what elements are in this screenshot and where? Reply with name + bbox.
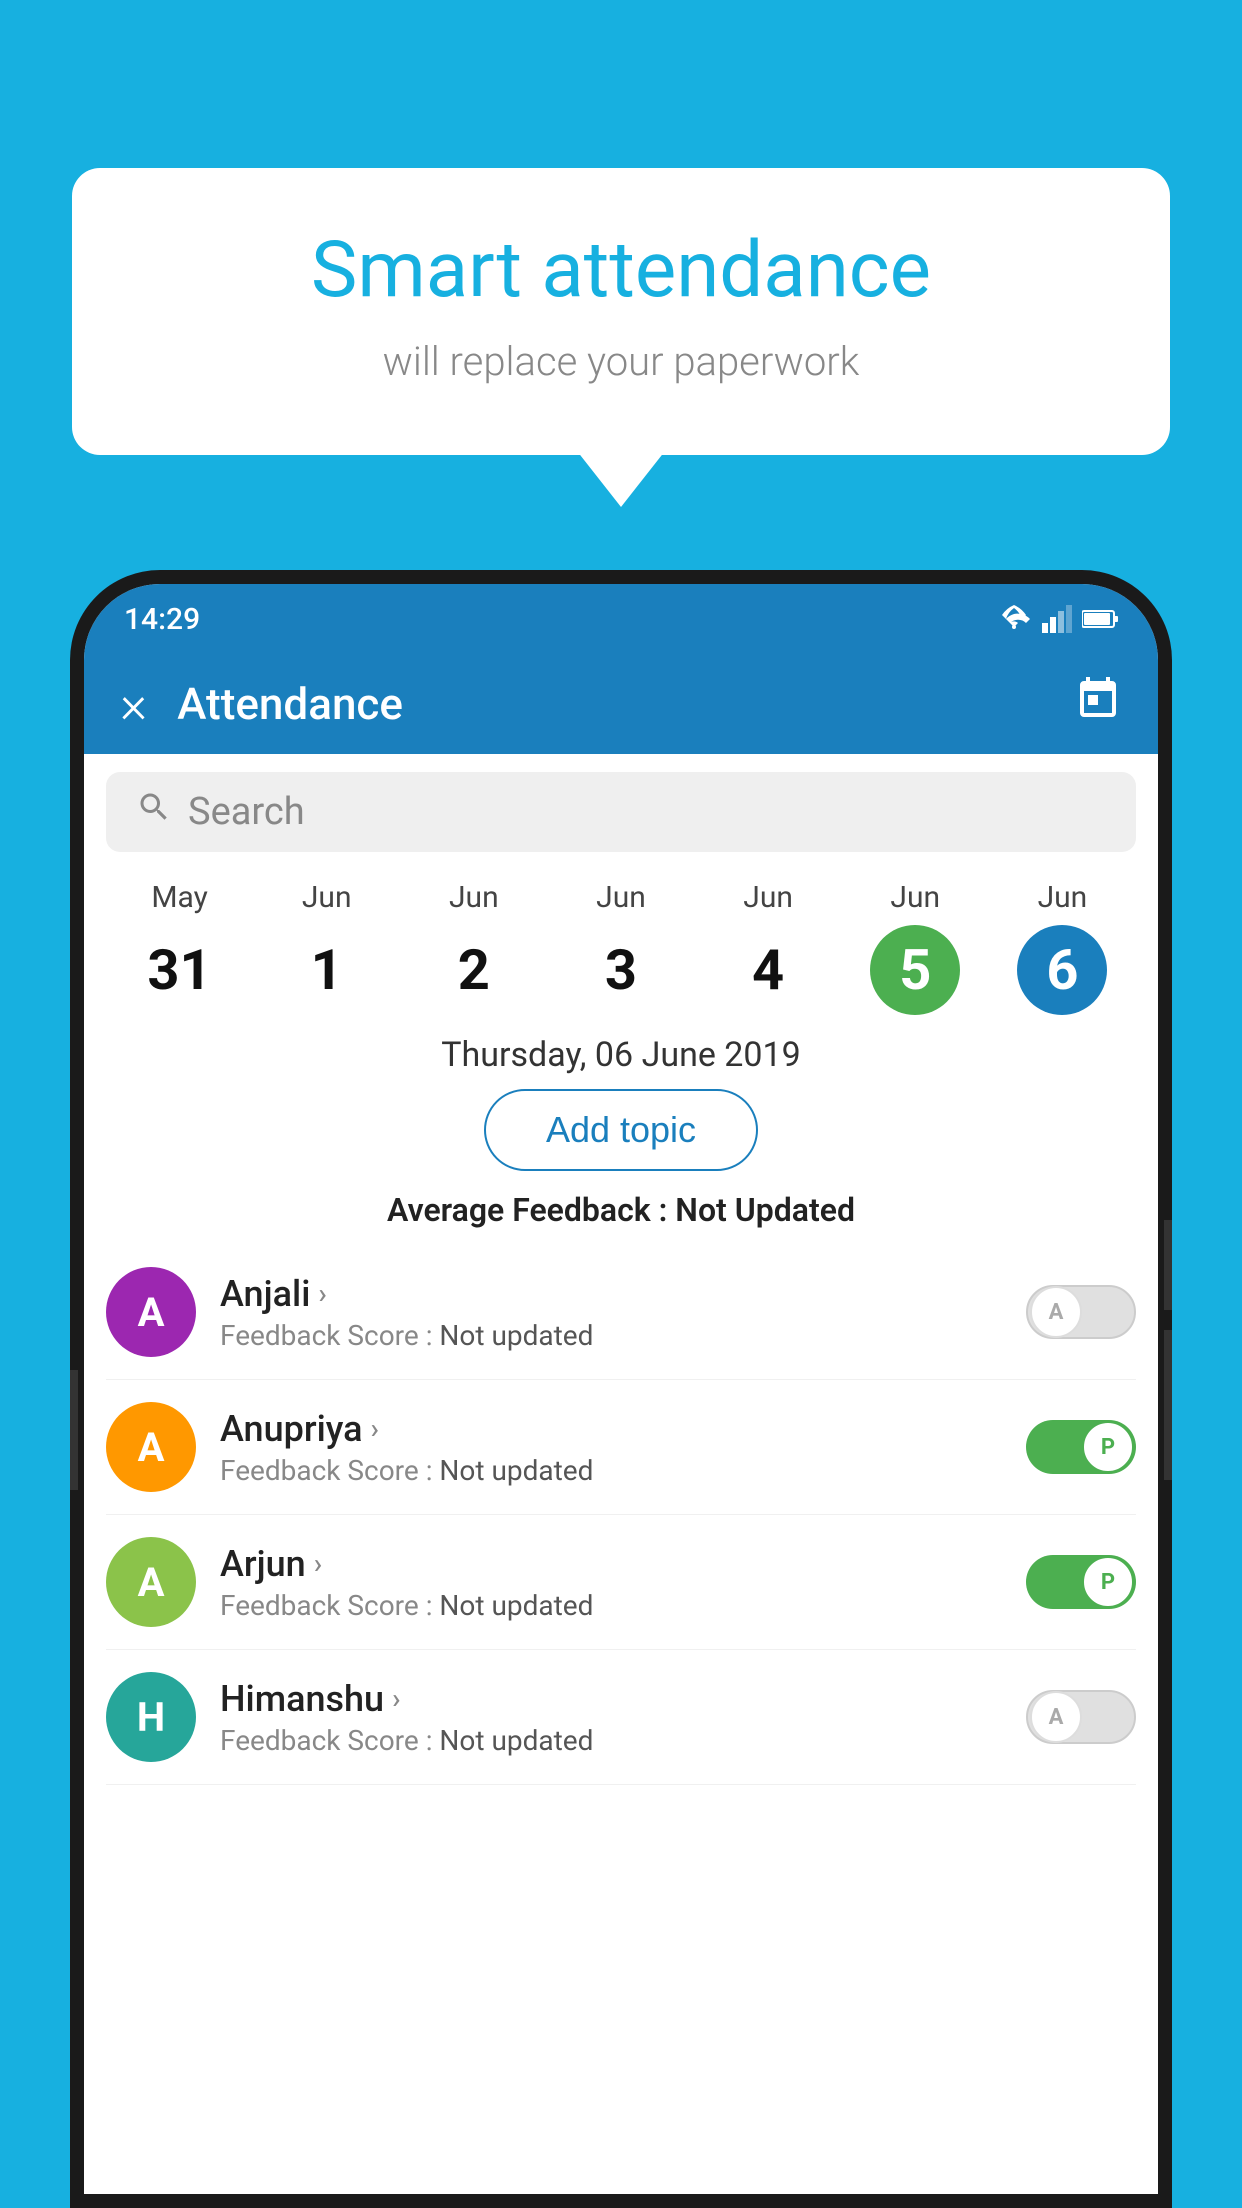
calendar-day[interactable]: Jun 5 <box>860 880 970 1015</box>
student-name[interactable]: Himanshu › <box>220 1678 1002 1720</box>
feedback-value: Not updated <box>439 1589 593 1622</box>
bubble-title: Smart attendance <box>132 228 1110 314</box>
student-info: Himanshu › Feedback Score : Not updated <box>220 1678 1002 1757</box>
status-time: 14:29 <box>124 602 200 637</box>
avatar: H <box>106 1672 196 1762</box>
cal-date-number[interactable]: 6 <box>1017 925 1107 1015</box>
toggle-knob: A <box>1030 1286 1082 1338</box>
student-row[interactable]: H Himanshu › Feedback Score : Not updated A <box>106 1650 1136 1785</box>
attendance-toggle[interactable]: A <box>1026 1690 1136 1744</box>
side-button-right-top <box>1164 1220 1172 1310</box>
app-bar-title: Attendance <box>177 678 1044 730</box>
student-name[interactable]: Anjali › <box>220 1273 1002 1315</box>
cal-month-label: Jun <box>743 880 793 915</box>
attendance-toggle[interactable]: P <box>1026 1555 1136 1609</box>
calendar-day[interactable]: Jun 3 <box>566 880 676 1015</box>
attendance-toggle[interactable]: A <box>1026 1285 1136 1339</box>
cal-month-label: May <box>151 880 207 915</box>
calendar-day[interactable]: May 31 <box>125 880 235 1015</box>
cal-date-number[interactable]: 5 <box>870 925 960 1015</box>
cal-month-label: Jun <box>449 880 499 915</box>
status-icons <box>996 605 1118 633</box>
calendar-day[interactable]: Jun 2 <box>419 880 529 1015</box>
student-name[interactable]: Anupriya › <box>220 1408 1002 1450</box>
avatar: A <box>106 1402 196 1492</box>
side-button-right-bottom <box>1164 1330 1172 1480</box>
chevron-right-icon: › <box>371 1412 379 1445</box>
search-icon <box>136 789 172 835</box>
side-button-left <box>70 1370 78 1490</box>
calendar-day[interactable]: Jun 1 <box>272 880 382 1015</box>
search-bar[interactable]: Search <box>106 772 1136 852</box>
signal-icon <box>1042 605 1072 633</box>
calendar-day[interactable]: Jun 4 <box>713 880 823 1015</box>
avg-feedback: Average Feedback : Not Updated <box>84 1191 1158 1229</box>
attendance-toggle[interactable]: P <box>1026 1420 1136 1474</box>
cal-date-number[interactable]: 1 <box>282 925 372 1015</box>
student-name[interactable]: Arjun › <box>220 1543 1002 1585</box>
student-list: AAnjali ›Feedback Score : Not updatedAAA… <box>84 1245 1158 1785</box>
chevron-right-icon: › <box>318 1277 326 1310</box>
chevron-right-icon: › <box>392 1682 400 1715</box>
cal-month-label: Jun <box>302 880 352 915</box>
toggle-knob: P <box>1082 1556 1134 1608</box>
status-bar: 14:29 <box>84 584 1158 654</box>
toggle-knob: A <box>1030 1691 1082 1743</box>
toggle-switch[interactable]: A <box>1026 1285 1136 1339</box>
cal-month-label: Jun <box>890 880 940 915</box>
feedback-value: Not updated <box>439 1454 593 1487</box>
feedback-value: Not updated <box>439 1319 593 1352</box>
avatar: A <box>106 1267 196 1357</box>
student-feedback: Feedback Score : Not updated <box>220 1589 1002 1622</box>
student-feedback: Feedback Score : Not updated <box>220 1724 1002 1757</box>
student-row[interactable]: A Arjun › Feedback Score : Not updated P <box>106 1515 1136 1650</box>
toggle-knob: P <box>1082 1421 1134 1473</box>
avg-feedback-value: Not Updated <box>675 1191 855 1229</box>
cal-date-number[interactable]: 31 <box>135 925 225 1015</box>
speech-bubble: Smart attendance will replace your paper… <box>72 168 1170 455</box>
student-feedback: Feedback Score : Not updated <box>220 1319 1002 1352</box>
student-info: Anupriya › Feedback Score : Not updated <box>220 1408 1002 1487</box>
toggle-switch[interactable]: P <box>1026 1420 1136 1474</box>
battery-icon <box>1082 609 1118 629</box>
feedback-value: Not updated <box>439 1724 593 1757</box>
student-feedback: Feedback Score : Not updated <box>220 1454 1002 1487</box>
student-row[interactable]: A Anupriya › Feedback Score : Not updated P <box>106 1380 1136 1515</box>
student-info: Arjun › Feedback Score : Not updated <box>220 1543 1002 1622</box>
cal-month-label: Jun <box>596 880 646 915</box>
calendar-icon[interactable] <box>1074 675 1122 734</box>
phone-frame: 14:29 <box>70 570 1172 2208</box>
selected-date-label: Thursday, 06 June 2019 <box>84 1015 1158 1089</box>
calendar-day[interactable]: Jun 6 <box>1007 880 1117 1015</box>
toggle-switch[interactable]: P <box>1026 1555 1136 1609</box>
app-bar: × Attendance <box>84 654 1158 754</box>
phone-screen: 14:29 <box>84 584 1158 2194</box>
cal-date-number[interactable]: 2 <box>429 925 519 1015</box>
avg-feedback-label: Average Feedback : <box>387 1191 667 1229</box>
bubble-subtitle: will replace your paperwork <box>132 338 1110 385</box>
toggle-switch[interactable]: A <box>1026 1690 1136 1744</box>
cal-month-label: Jun <box>1038 880 1088 915</box>
avatar: A <box>106 1537 196 1627</box>
cal-date-number[interactable]: 4 <box>723 925 813 1015</box>
calendar-strip: May 31 Jun 1 Jun 2 Jun 3 Jun 4 Jun 5 Jun 6 <box>84 870 1158 1015</box>
close-icon[interactable]: × <box>120 674 147 735</box>
wifi-icon <box>996 605 1032 633</box>
student-info: Anjali › Feedback Score : Not updated <box>220 1273 1002 1352</box>
chevron-right-icon: › <box>314 1547 322 1580</box>
student-row[interactable]: A Anjali › Feedback Score : Not updated A <box>106 1245 1136 1380</box>
add-topic-button[interactable]: Add topic <box>484 1089 758 1171</box>
cal-date-number[interactable]: 3 <box>576 925 666 1015</box>
search-input[interactable]: Search <box>188 790 305 834</box>
